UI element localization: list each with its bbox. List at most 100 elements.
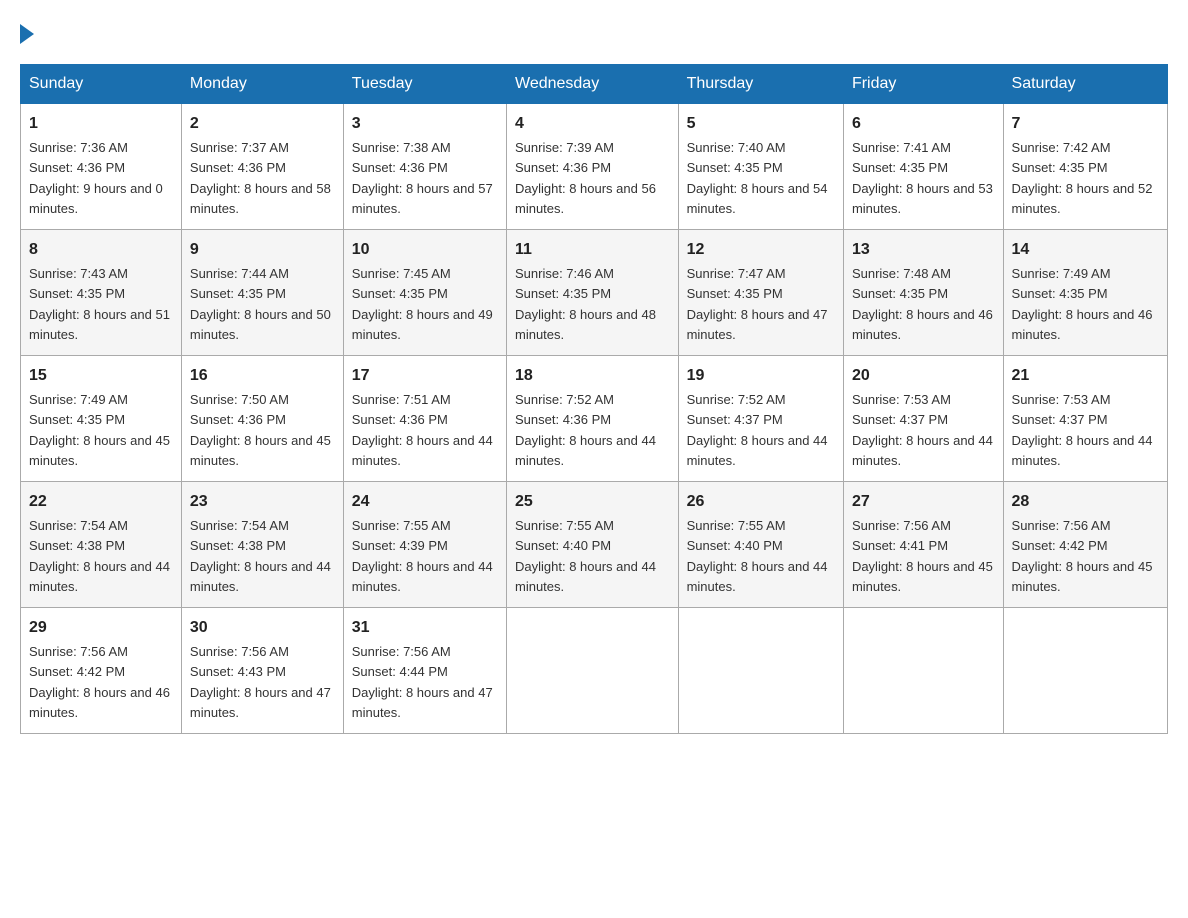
calendar-cell: 23Sunrise: 7:54 AM Sunset: 4:38 PM Dayli… [181, 482, 343, 608]
calendar-cell [1003, 608, 1167, 734]
calendar-header-row: SundayMondayTuesdayWednesdayThursdayFrid… [21, 65, 1168, 104]
day-info: Sunrise: 7:40 AM Sunset: 4:35 PM Dayligh… [687, 140, 828, 216]
calendar-cell: 13 Sunrise: 7:48 AM Sunset: 4:35 PM Dayli… [843, 230, 1003, 356]
day-info: Sunrise: 7:42 AM Sunset: 4:35 PM Dayligh… [1012, 140, 1153, 216]
day-number: 30 [190, 616, 335, 640]
day-info: Sunrise: 7:53 AM Sunset: 4:37 PM Dayligh… [1012, 392, 1153, 468]
day-info: Sunrise: 7:55 AM Sunset: 4:40 PM Dayligh… [687, 518, 828, 594]
calendar-cell: 21 Sunrise: 7:53 AM Sunset: 4:37 PM Dayli… [1003, 356, 1167, 482]
day-info: Sunrise: 7:36 AM Sunset: 4:36 PM Dayligh… [29, 140, 163, 216]
day-info: Sunrise: 7:55 AM Sunset: 4:40 PM Dayligh… [515, 518, 656, 594]
day-number: 12 [687, 238, 835, 262]
calendar-week-row: 22 Sunrise: 7:54 AM Sunset: 4:38 PM Dayli… [21, 482, 1168, 608]
calendar-cell: 18Sunrise: 7:52 AM Sunset: 4:36 PM Dayli… [507, 356, 679, 482]
day-info: Sunrise: 7:47 AM Sunset: 4:35 PM Dayligh… [687, 266, 828, 342]
day-info: Sunrise: 7:54 AM Sunset: 4:38 PM Dayligh… [29, 518, 170, 594]
calendar-week-row: 15 Sunrise: 7:49 AM Sunset: 4:35 PM Dayli… [21, 356, 1168, 482]
day-info: Sunrise: 7:37 AM Sunset: 4:36 PM Dayligh… [190, 140, 331, 216]
calendar-cell [843, 608, 1003, 734]
day-info: Sunrise: 7:55 AM Sunset: 4:39 PM Dayligh… [352, 518, 493, 594]
day-info: Sunrise: 7:51 AM Sunset: 4:36 PM Dayligh… [352, 392, 493, 468]
day-number: 13 [852, 238, 995, 262]
day-info: Sunrise: 7:53 AM Sunset: 4:37 PM Dayligh… [852, 392, 993, 468]
header-monday: Monday [181, 65, 343, 104]
day-number: 3 [352, 112, 498, 136]
day-number: 26 [687, 490, 835, 514]
calendar-cell: 8Sunrise: 7:43 AM Sunset: 4:35 PM Daylig… [21, 230, 182, 356]
day-info: Sunrise: 7:44 AM Sunset: 4:35 PM Dayligh… [190, 266, 331, 342]
calendar-week-row: 1 Sunrise: 7:36 AM Sunset: 4:36 PM Daylig… [21, 104, 1168, 230]
calendar-cell: 2 Sunrise: 7:37 AM Sunset: 4:36 PM Daylig… [181, 104, 343, 230]
day-number: 10 [352, 238, 498, 262]
day-number: 24 [352, 490, 498, 514]
day-number: 27 [852, 490, 995, 514]
calendar-week-row: 29Sunrise: 7:56 AM Sunset: 4:42 PM Dayli… [21, 608, 1168, 734]
day-info: Sunrise: 7:45 AM Sunset: 4:35 PM Dayligh… [352, 266, 493, 342]
calendar-cell: 26 Sunrise: 7:55 AM Sunset: 4:40 PM Dayli… [678, 482, 843, 608]
header-wednesday: Wednesday [507, 65, 679, 104]
calendar-cell: 25 Sunrise: 7:55 AM Sunset: 4:40 PM Dayli… [507, 482, 679, 608]
calendar-cell [678, 608, 843, 734]
day-number: 31 [352, 616, 498, 640]
day-number: 6 [852, 112, 995, 136]
header-sunday: Sunday [21, 65, 182, 104]
calendar-cell: 24 Sunrise: 7:55 AM Sunset: 4:39 PM Dayli… [343, 482, 506, 608]
day-info: Sunrise: 7:52 AM Sunset: 4:37 PM Dayligh… [687, 392, 828, 468]
calendar-cell: 28 Sunrise: 7:56 AM Sunset: 4:42 PM Dayli… [1003, 482, 1167, 608]
day-number: 22 [29, 490, 173, 514]
day-info: Sunrise: 7:56 AM Sunset: 4:43 PM Dayligh… [190, 644, 331, 720]
day-number: 21 [1012, 364, 1159, 388]
header-saturday: Saturday [1003, 65, 1167, 104]
calendar-cell: 19 Sunrise: 7:52 AM Sunset: 4:37 PM Dayli… [678, 356, 843, 482]
day-number: 4 [515, 112, 670, 136]
day-number: 28 [1012, 490, 1159, 514]
day-info: Sunrise: 7:48 AM Sunset: 4:35 PM Dayligh… [852, 266, 993, 342]
day-number: 23 [190, 490, 335, 514]
day-info: Sunrise: 7:39 AM Sunset: 4:36 PM Dayligh… [515, 140, 656, 216]
calendar-cell: 20 Sunrise: 7:53 AM Sunset: 4:37 PM Dayli… [843, 356, 1003, 482]
day-info: Sunrise: 7:49 AM Sunset: 4:35 PM Dayligh… [1012, 266, 1153, 342]
calendar-cell: 12 Sunrise: 7:47 AM Sunset: 4:35 PM Dayli… [678, 230, 843, 356]
page-header [20, 20, 1168, 44]
header-thursday: Thursday [678, 65, 843, 104]
calendar-cell: 6Sunrise: 7:41 AM Sunset: 4:35 PM Daylig… [843, 104, 1003, 230]
day-number: 1 [29, 112, 173, 136]
day-info: Sunrise: 7:49 AM Sunset: 4:35 PM Dayligh… [29, 392, 170, 468]
calendar-table: SundayMondayTuesdayWednesdayThursdayFrid… [20, 64, 1168, 734]
day-number: 15 [29, 364, 173, 388]
calendar-cell: 5Sunrise: 7:40 AM Sunset: 4:35 PM Daylig… [678, 104, 843, 230]
calendar-cell: 7 Sunrise: 7:42 AM Sunset: 4:35 PM Daylig… [1003, 104, 1167, 230]
day-info: Sunrise: 7:52 AM Sunset: 4:36 PM Dayligh… [515, 392, 656, 468]
day-info: Sunrise: 7:50 AM Sunset: 4:36 PM Dayligh… [190, 392, 331, 468]
day-info: Sunrise: 7:56 AM Sunset: 4:41 PM Dayligh… [852, 518, 993, 594]
day-number: 14 [1012, 238, 1159, 262]
header-friday: Friday [843, 65, 1003, 104]
logo [20, 20, 34, 44]
day-info: Sunrise: 7:56 AM Sunset: 4:42 PM Dayligh… [29, 644, 170, 720]
day-info: Sunrise: 7:56 AM Sunset: 4:44 PM Dayligh… [352, 644, 493, 720]
day-number: 9 [190, 238, 335, 262]
calendar-cell: 10 Sunrise: 7:45 AM Sunset: 4:35 PM Dayli… [343, 230, 506, 356]
calendar-cell: 17 Sunrise: 7:51 AM Sunset: 4:36 PM Dayli… [343, 356, 506, 482]
calendar-cell: 29Sunrise: 7:56 AM Sunset: 4:42 PM Dayli… [21, 608, 182, 734]
calendar-cell: 31 Sunrise: 7:56 AM Sunset: 4:44 PM Dayli… [343, 608, 506, 734]
day-number: 16 [190, 364, 335, 388]
day-info: Sunrise: 7:38 AM Sunset: 4:36 PM Dayligh… [352, 140, 493, 216]
day-number: 7 [1012, 112, 1159, 136]
calendar-cell [507, 608, 679, 734]
calendar-cell: 15 Sunrise: 7:49 AM Sunset: 4:35 PM Dayli… [21, 356, 182, 482]
day-number: 17 [352, 364, 498, 388]
calendar-cell: 16 Sunrise: 7:50 AM Sunset: 4:36 PM Dayli… [181, 356, 343, 482]
day-number: 8 [29, 238, 173, 262]
calendar-week-row: 8Sunrise: 7:43 AM Sunset: 4:35 PM Daylig… [21, 230, 1168, 356]
day-info: Sunrise: 7:46 AM Sunset: 4:35 PM Dayligh… [515, 266, 656, 342]
day-number: 25 [515, 490, 670, 514]
calendar-cell: 14 Sunrise: 7:49 AM Sunset: 4:35 PM Dayli… [1003, 230, 1167, 356]
calendar-cell: 27 Sunrise: 7:56 AM Sunset: 4:41 PM Dayli… [843, 482, 1003, 608]
day-number: 2 [190, 112, 335, 136]
calendar-cell: 22 Sunrise: 7:54 AM Sunset: 4:38 PM Dayli… [21, 482, 182, 608]
day-number: 19 [687, 364, 835, 388]
day-info: Sunrise: 7:56 AM Sunset: 4:42 PM Dayligh… [1012, 518, 1153, 594]
day-number: 11 [515, 238, 670, 262]
day-number: 20 [852, 364, 995, 388]
